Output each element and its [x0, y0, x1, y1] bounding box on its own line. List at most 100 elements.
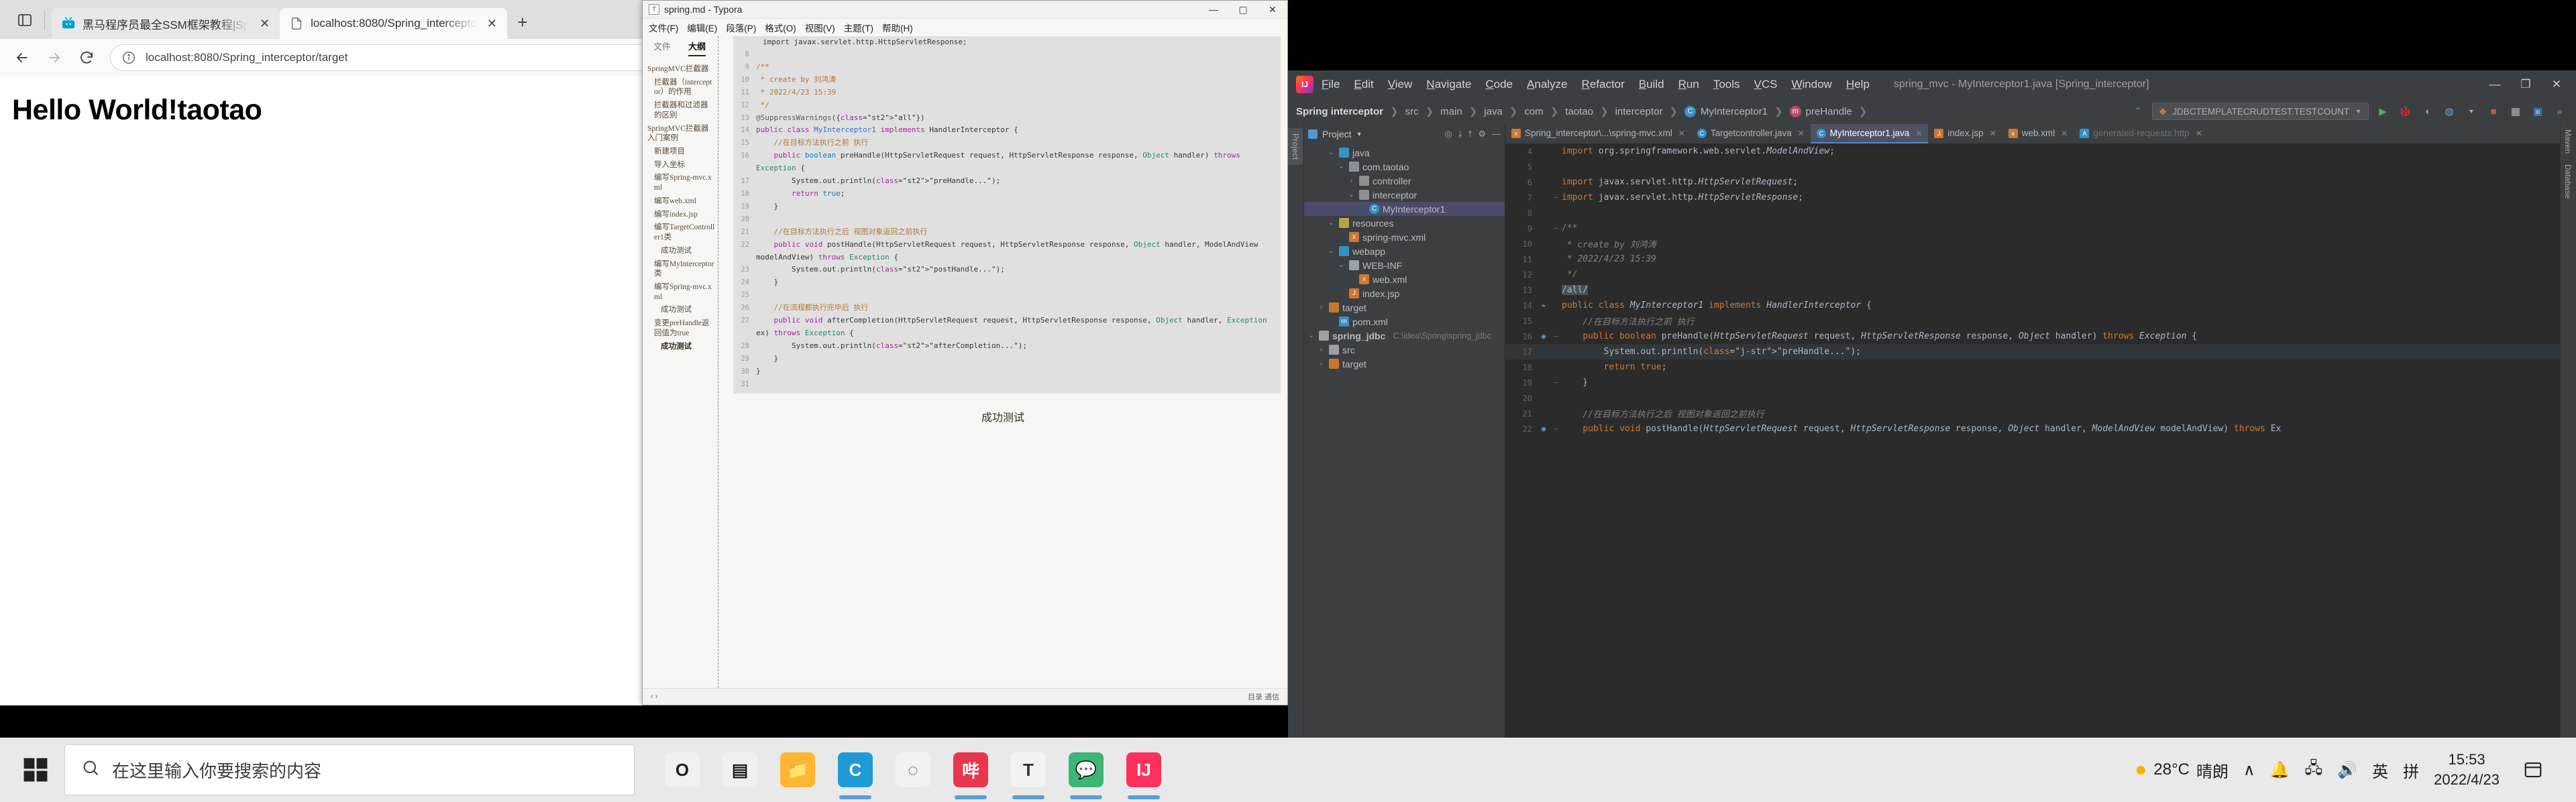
- editor-tab[interactable]: Jindex.jsp ✕: [1928, 124, 2002, 144]
- typora-menu-paragraph[interactable]: 段落(P): [726, 21, 756, 34]
- profiler-icon[interactable]: ◍: [2441, 103, 2457, 119]
- taskbar-app-opera[interactable]: O: [655, 738, 710, 802]
- database-icon[interactable]: ▣: [2530, 103, 2546, 119]
- outline-item[interactable]: 编写index.jsp: [647, 210, 715, 220]
- weather-widget[interactable]: ● 28°C 晴朗: [2135, 758, 2229, 782]
- chevron-right-icon[interactable]: ›: [1317, 360, 1326, 367]
- chevron-down-icon[interactable]: ▼: [1356, 131, 1362, 137]
- search-everywhere-icon[interactable]: ⌕: [2552, 103, 2568, 119]
- run-icon[interactable]: ▶: [2375, 103, 2391, 119]
- chevron-down-icon[interactable]: ⌄: [1337, 163, 1346, 170]
- idea-menu-navigate[interactable]: Navigate: [1426, 78, 1471, 91]
- typora-menu-format[interactable]: 格式(O): [765, 21, 796, 34]
- hide-icon[interactable]: —: [1492, 129, 1501, 139]
- code-fold-toggle[interactable]: −: [1551, 378, 1562, 387]
- close-icon[interactable]: ✕: [484, 15, 500, 32]
- tree-node[interactable]: x spring-mvc.xml: [1304, 230, 1505, 244]
- tree-node[interactable]: C MyInterceptor1: [1304, 202, 1505, 216]
- close-button[interactable]: ✕: [2541, 70, 2572, 99]
- chevron-down-icon[interactable]: ⌄: [1347, 191, 1356, 198]
- typora-nav-arrows[interactable]: ‹ ›: [651, 693, 657, 701]
- new-tab-button[interactable]: +: [507, 7, 538, 38]
- info-icon[interactable]: [120, 49, 138, 66]
- typora-sidebar-tab-files[interactable]: 文件: [653, 40, 671, 56]
- tree-node[interactable]: › controller: [1304, 174, 1505, 188]
- typora-sidebar-tab-outline[interactable]: 大纲: [688, 40, 706, 56]
- editor-tab[interactable]: Agenerated-requests.http ✕: [2074, 124, 2208, 144]
- idea-menu-edit[interactable]: Edit: [1354, 78, 1373, 91]
- browser-tab-0[interactable]: 黑马程序员最全SSM框架教程|Sp ✕: [52, 8, 280, 39]
- run-configuration-selector[interactable]: ◆ JDBCTEMPLATECRUDTEST.TESTCOUNT ▼: [2151, 103, 2369, 120]
- network-icon[interactable]: 🖧: [2304, 756, 2322, 784]
- typora-menu-edit[interactable]: 编辑(E): [687, 21, 717, 34]
- close-icon[interactable]: ✕: [1678, 129, 1685, 138]
- outline-item[interactable]: SpringMVC拦截器入门案例: [647, 124, 715, 144]
- code-fold-toggle[interactable]: −: [1551, 224, 1562, 233]
- tray-expand-icon[interactable]: ∧: [2243, 760, 2255, 780]
- chevron-right-icon[interactable]: ›: [1317, 304, 1326, 311]
- maximize-button[interactable]: ❐: [2510, 70, 2541, 99]
- taskbar-app-typora[interactable]: T: [1001, 738, 1056, 802]
- back-icon[interactable]: [8, 44, 36, 72]
- search-input[interactable]: 在这里输入你要搜索的内容: [64, 744, 635, 795]
- taskbar-app-bilibili[interactable]: 哔: [943, 738, 998, 802]
- typora-document[interactable]: import javax.servlet.http.HttpServletRes…: [718, 36, 1287, 688]
- taskbar-clock[interactable]: 15:53 2022/4/23: [2434, 750, 2500, 789]
- outline-item[interactable]: 成功测试: [647, 305, 715, 315]
- code-fold-toggle[interactable]: −: [1551, 193, 1562, 202]
- tree-node[interactable]: Jindex.jsp: [1304, 286, 1505, 300]
- chevron-down-icon[interactable]: ⌄: [1327, 219, 1336, 227]
- taskbar-app-file-explorer[interactable]: 📁: [770, 738, 825, 802]
- tree-node[interactable]: x web.xml: [1304, 272, 1505, 286]
- typora-menu-help[interactable]: 帮助(H): [882, 21, 913, 34]
- close-icon[interactable]: ✕: [1990, 129, 1996, 138]
- ime-language-icon[interactable]: 英: [2372, 758, 2388, 782]
- close-icon[interactable]: ✕: [1798, 129, 1805, 138]
- typora-menu-theme[interactable]: 主题(T): [844, 21, 873, 34]
- leaf-icon[interactable]: ❧: [1536, 301, 1551, 310]
- chevron-down-icon[interactable]: ⌄: [1327, 149, 1336, 156]
- tree-node[interactable]: › src: [1304, 343, 1505, 357]
- outline-item[interactable]: 成功测试: [647, 342, 715, 352]
- idea-menu-build[interactable]: Build: [1639, 78, 1664, 91]
- ime-mode-icon[interactable]: 拼: [2403, 758, 2419, 782]
- typora-menu-view[interactable]: 视图(V): [805, 21, 835, 34]
- close-icon[interactable]: ✕: [256, 15, 273, 32]
- editor-tab[interactable]: C Targetcontroller.java ✕: [1691, 124, 1811, 144]
- notification-icon[interactable]: [2514, 738, 2552, 802]
- breadcrumb-item[interactable]: main: [1440, 106, 1462, 117]
- tab-actions-icon[interactable]: [9, 5, 40, 36]
- breadcrumb-item[interactable]: taotao: [1565, 106, 1593, 117]
- idea-menu-file[interactable]: File: [1322, 78, 1340, 91]
- minimize-button[interactable]: —: [2479, 70, 2510, 99]
- breadcrumb-item[interactable]: com: [1524, 106, 1543, 117]
- vcs-update-icon[interactable]: ⌃: [2130, 103, 2146, 119]
- code-fold-toggle[interactable]: −: [1551, 332, 1562, 341]
- idea-menu-help[interactable]: Help: [1846, 78, 1870, 91]
- breadcrumb-item[interactable]: MyInterceptor1: [1701, 106, 1768, 117]
- breadcrumb-item[interactable]: java: [1484, 106, 1503, 117]
- close-icon[interactable]: ✕: [2061, 129, 2068, 138]
- code-editor[interactable]: 4 import org.springframework.web.servlet.…: [1505, 144, 2560, 752]
- idea-menu-code[interactable]: Code: [1485, 78, 1513, 91]
- tool-window-database[interactable]: Database: [2561, 159, 2575, 204]
- editor-tab[interactable]: x web.xml ✕: [2002, 124, 2074, 144]
- run-with-coverage-icon[interactable]: ◖: [2419, 103, 2435, 119]
- idea-menu-run[interactable]: Run: [1678, 78, 1699, 91]
- tree-node[interactable]: › target: [1304, 300, 1505, 314]
- tree-node[interactable]: ⌄ WEB-INF: [1304, 258, 1505, 272]
- tree-node[interactable]: m pom.xml: [1304, 314, 1505, 329]
- forward-icon[interactable]: [40, 44, 68, 72]
- tree-node[interactable]: ⌄ webapp: [1304, 244, 1505, 258]
- expand-all-icon[interactable]: ⤓: [1458, 129, 1462, 139]
- override-method-icon[interactable]: ◉: [1536, 424, 1551, 433]
- outline-item[interactable]: 编写web.xml: [647, 196, 715, 207]
- bell-icon[interactable]: 🔔: [2270, 760, 2290, 780]
- close-button[interactable]: ✕: [1258, 1, 1287, 19]
- outline-item[interactable]: 导入坐标: [647, 160, 715, 170]
- outline-item[interactable]: 编写Spring-mvc.xml: [647, 282, 715, 302]
- editor-tab[interactable]: C MyInterceptor1.java ✕: [1810, 124, 1929, 144]
- breadcrumb-item[interactable]: src: [1405, 106, 1419, 117]
- chevron-right-icon[interactable]: ›: [1317, 346, 1326, 353]
- outline-item[interactable]: 编写Spring-mvc.xml: [647, 173, 715, 192]
